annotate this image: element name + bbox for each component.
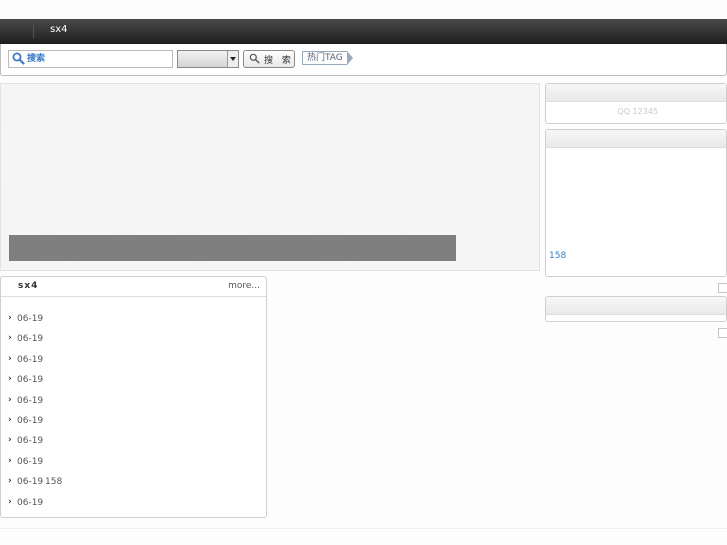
- sidebar-box-secondary-header: [546, 297, 726, 315]
- chevron-right-icon: ›: [8, 435, 12, 446]
- top-nav-bar: sx4: [0, 19, 727, 45]
- sidebar-box: 158: [545, 129, 727, 277]
- chevron-right-icon: ›: [8, 313, 12, 323]
- sidebar-checkbox-secondary[interactable]: [718, 328, 727, 338]
- search-icon: [249, 53, 260, 64]
- list-item[interactable]: › 06-19: [1, 313, 266, 333]
- contact-box: QQ 12345: [545, 83, 727, 124]
- chevron-right-icon: ›: [8, 374, 12, 385]
- chevron-right-icon: ›: [8, 455, 12, 466]
- more-link[interactable]: more...: [228, 281, 260, 291]
- search-bar: 搜 索 热门TAG: [0, 44, 727, 76]
- list-item-date: 06-19: [17, 415, 44, 426]
- chevron-right-icon: ›: [8, 476, 12, 487]
- search-icon: [12, 52, 25, 65]
- list-item-date: 06-19: [17, 456, 44, 467]
- chevron-right-icon: ›: [8, 496, 12, 507]
- list-item-date: 06-19: [17, 375, 44, 386]
- banner-slideshow[interactable]: [0, 83, 540, 271]
- list-item[interactable]: › 06-19: [1, 333, 266, 353]
- footer-divider: [0, 528, 727, 529]
- list-item-count: 158: [45, 477, 63, 488]
- list-item-date: 06-19: [17, 436, 44, 447]
- list-item-date: 06-19: [17, 497, 44, 508]
- list-item[interactable]: › 06-19: [1, 435, 266, 455]
- search-button[interactable]: 搜 索: [243, 50, 295, 68]
- sidebar-box-header: [546, 130, 726, 148]
- nav-divider: [33, 25, 34, 38]
- hot-tag-link[interactable]: 热门TAG: [302, 51, 353, 65]
- search-field[interactable]: [8, 50, 173, 68]
- news-list: › 06-19 › 06-19 › 06-19 › 06-19 › 06-19 › 06-19 › 06-…: [1, 313, 266, 517]
- chevron-right-icon: ›: [8, 333, 12, 344]
- list-item[interactable]: › 06-19: [1, 456, 266, 476]
- banner-caption-bar: [9, 235, 456, 261]
- search-button-label: 搜 索: [264, 56, 294, 66]
- search-input[interactable]: [27, 52, 167, 65]
- list-item[interactable]: › 06-19: [1, 354, 266, 374]
- caret-down-icon: [230, 57, 236, 61]
- list-item[interactable]: › 06-19: [1, 395, 266, 415]
- list-item-date: 06-19: [17, 395, 44, 406]
- list-item-date: 06-19: [17, 354, 44, 365]
- list-item[interactable]: › 06-19: [1, 497, 266, 517]
- chevron-right-icon: ›: [8, 394, 12, 405]
- list-item[interactable]: › 06-19 158: [1, 476, 266, 496]
- sidebar-box-secondary: [545, 296, 727, 322]
- list-item-date: 06-19: [17, 477, 44, 488]
- chevron-right-icon: ›: [8, 353, 12, 364]
- list-item[interactable]: › 06-19: [1, 415, 266, 435]
- sidebar-count-link[interactable]: 158: [549, 251, 566, 261]
- site-name-link[interactable]: sx4: [50, 24, 68, 35]
- list-item[interactable]: › 06-19: [1, 374, 266, 394]
- contact-text: QQ 12345: [617, 107, 658, 116]
- category-select[interactable]: [177, 50, 239, 68]
- sidebar-checkbox[interactable]: [718, 283, 727, 293]
- contact-box-header: [546, 84, 726, 102]
- list-item-date: 06-19: [17, 314, 44, 324]
- select-arrow-button[interactable]: [227, 51, 238, 67]
- news-panel: sx4 more... › 06-19 › 06-19 › 06-19 › 06-19 › 06-…: [0, 276, 267, 518]
- list-item-date: 06-19: [17, 334, 44, 345]
- news-panel-header: sx4 more...: [1, 277, 266, 297]
- news-panel-title: sx4: [18, 281, 39, 291]
- chevron-right-icon: ›: [8, 414, 12, 425]
